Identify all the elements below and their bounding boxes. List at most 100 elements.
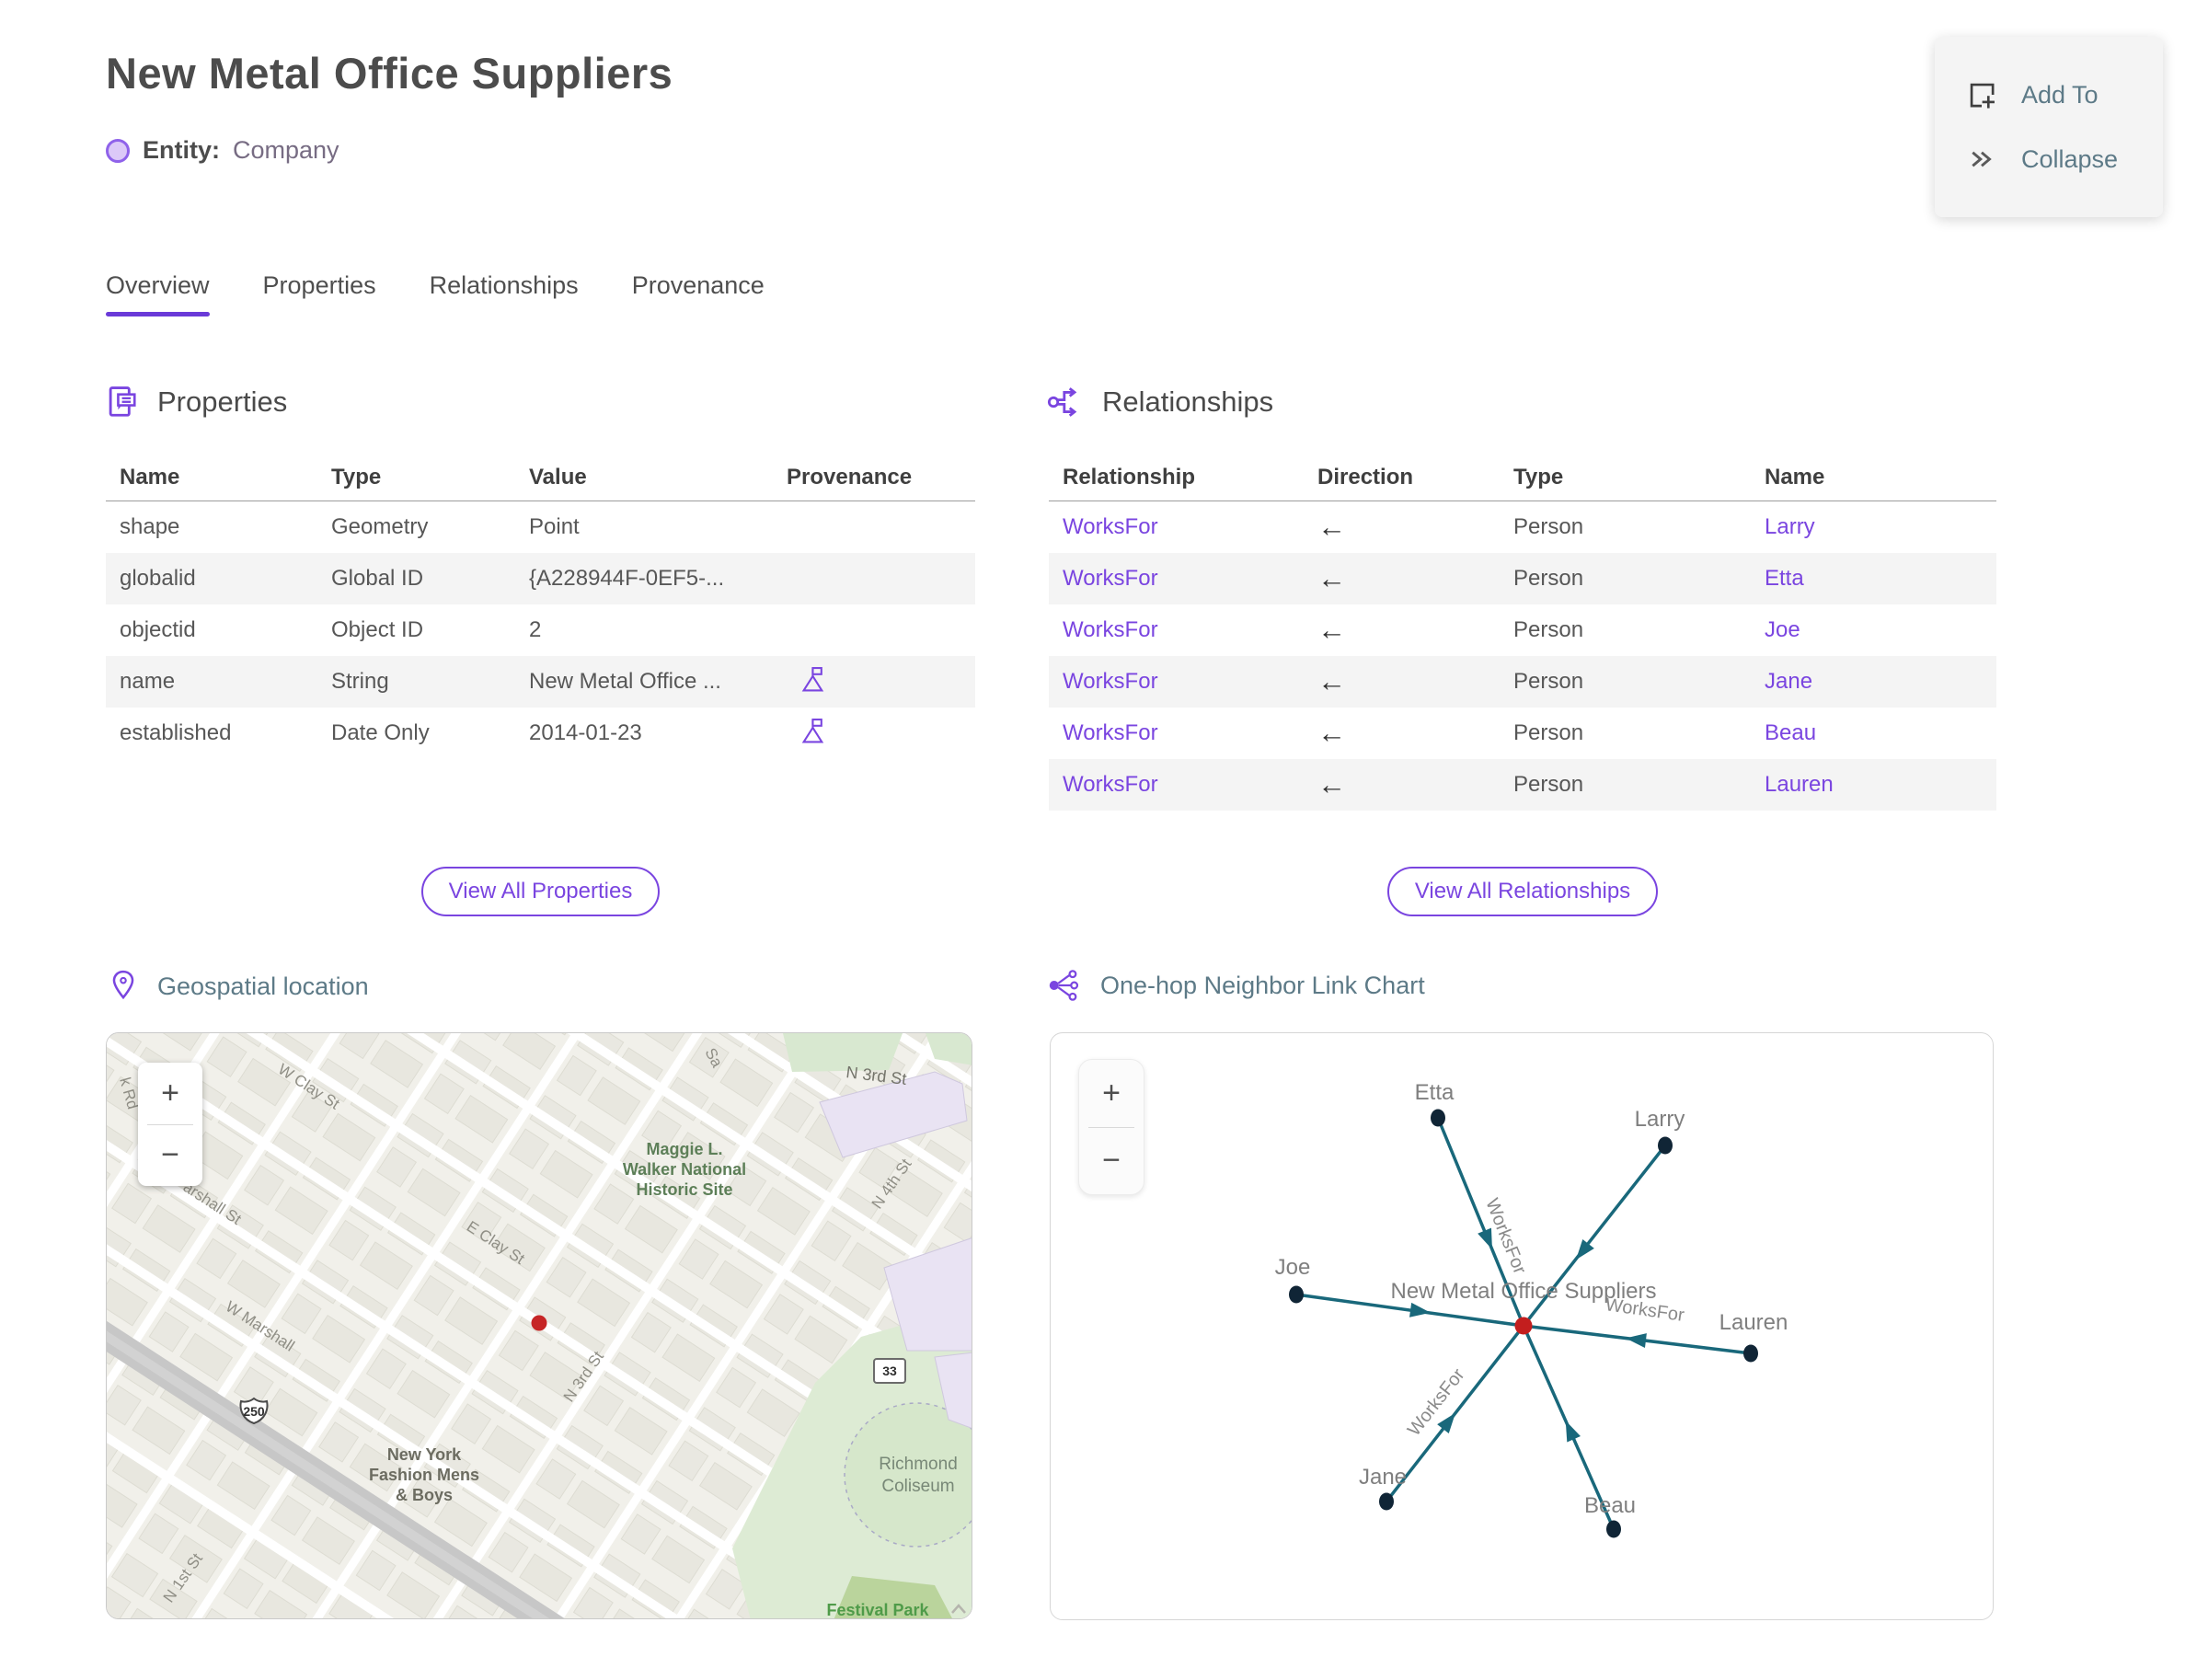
poi-label: Festival Park [826, 1601, 929, 1619]
relationships-section-title: Relationships [1102, 385, 1274, 418]
properties-table: Name Type Value Provenance shape Geometr… [106, 454, 975, 759]
collapse-button[interactable]: Collapse [1935, 127, 2163, 191]
map-zoom-in-button[interactable]: + [138, 1063, 202, 1124]
svg-text:33: 33 [882, 1364, 897, 1378]
add-to-icon [1970, 83, 1995, 109]
entity-link[interactable]: Joe [1751, 617, 1996, 643]
col-value: Value [529, 464, 587, 489]
node-label: Larry [1635, 1107, 1685, 1132]
prop-value: Point [529, 514, 580, 539]
property-row: established Date Only 2014-01-23 [106, 708, 975, 759]
direction-arrow: ← [1317, 717, 1346, 749]
direction-arrow: ← [1317, 665, 1346, 697]
link-chart-icon [1049, 970, 1079, 1001]
geospatial-title: Geospatial location [157, 972, 369, 1000]
prop-type: Global ID [331, 566, 424, 591]
col-type: Type [1513, 464, 1564, 489]
property-row: objectid Object ID 2 [106, 604, 975, 656]
node-label: Etta [1415, 1080, 1455, 1105]
entity-type-value: Company [233, 136, 339, 164]
entity-link[interactable]: Etta [1751, 566, 1996, 592]
col-direction: Direction [1317, 464, 1414, 489]
relationship-row: WorksFor ← Person Joe [1049, 604, 1996, 656]
map-zoom-control: + − [138, 1063, 202, 1186]
page-title: New Metal Office Suppliers [106, 49, 673, 98]
chart-zoom-in-button[interactable]: + [1079, 1060, 1144, 1127]
double-chevron-right-icon [1972, 151, 1992, 167]
one-hop-link-chart[interactable]: WorksFor WorksFor WorksFor Etta Larry Jo… [1050, 1032, 1994, 1620]
view-all-relationships-button[interactable]: View All Relationships [1386, 867, 1659, 916]
relationship-row: WorksFor ← Person Etta [1049, 553, 1996, 604]
svg-text:250: 250 [243, 1404, 265, 1419]
poi-label: Walker National [623, 1160, 746, 1179]
chart-zoom-out-button[interactable]: − [1079, 1128, 1144, 1195]
tab-overview[interactable]: Overview [106, 271, 210, 316]
col-name: Name [120, 464, 180, 489]
center-node[interactable] [1514, 1317, 1533, 1335]
prop-type: Object ID [331, 617, 424, 642]
rel-type: Person [1513, 566, 1584, 591]
relationship-link[interactable]: WorksFor [1049, 720, 1304, 746]
rel-type: Person [1513, 514, 1584, 539]
tab-relationships[interactable]: Relationships [430, 271, 579, 316]
tab-provenance[interactable]: Provenance [632, 271, 765, 316]
prop-name: globalid [120, 566, 196, 591]
relationships-table: Relationship Direction Type Name WorksFo… [1049, 454, 1996, 811]
poi-label: Richmond [879, 1455, 958, 1474]
entity-link[interactable]: Larry [1751, 514, 1996, 540]
entity-badge-icon [106, 138, 130, 163]
chart-zoom-control: + − [1078, 1059, 1144, 1195]
rel-type: Person [1513, 617, 1584, 642]
geospatial-header: Geospatial location [108, 969, 369, 1004]
property-row: shape Geometry Point [106, 501, 975, 553]
poi-label: & Boys [396, 1486, 453, 1504]
provenance-flag-icon[interactable] [801, 717, 826, 744]
tab-bar: Overview Properties Relationships Proven… [106, 271, 765, 316]
view-all-properties-button[interactable]: View All Properties [420, 867, 661, 916]
node-label: Lauren [1719, 1310, 1788, 1335]
edge-label: WorksFor [1404, 1364, 1469, 1440]
prop-name: established [120, 720, 232, 745]
link-chart-canvas: WorksFor WorksFor WorksFor Etta Larry Jo… [1275, 1080, 1788, 1538]
provenance-flag-icon[interactable] [801, 665, 826, 693]
poi-label: Fashion Mens [369, 1466, 479, 1484]
rel-type: Person [1513, 720, 1584, 745]
property-row: globalid Global ID {A228944F-0EF5-... [106, 553, 975, 604]
map-pin-icon [112, 970, 134, 1000]
relationship-link[interactable]: WorksFor [1049, 772, 1304, 798]
relationship-link[interactable]: WorksFor [1049, 566, 1304, 592]
relationship-link[interactable]: WorksFor [1049, 617, 1304, 643]
properties-table-header: Name Type Value Provenance [106, 454, 975, 501]
prop-type: String [331, 669, 389, 694]
geospatial-map[interactable]: k Rd W Clay St Sa arshall St W Marshall … [106, 1032, 972, 1619]
prop-name: shape [120, 514, 180, 539]
relationship-link[interactable]: WorksFor [1049, 514, 1304, 540]
prop-value: {A228944F-0EF5-... [529, 566, 725, 591]
link-chart-title: One-hop Neighbor Link Chart [1100, 971, 1425, 999]
poi-label: New York [387, 1445, 462, 1464]
entity-link[interactable]: Jane [1751, 669, 1996, 695]
entity-link[interactable]: Lauren [1751, 772, 1996, 798]
poi-label: Maggie L. [646, 1140, 722, 1158]
map-zoom-out-button[interactable]: − [138, 1125, 202, 1187]
entity-type-row: Entity: Company [106, 136, 339, 165]
entity-label: Entity: [143, 136, 220, 164]
relationship-link[interactable]: WorksFor [1049, 669, 1304, 695]
direction-arrow: ← [1317, 511, 1346, 543]
add-to-button[interactable]: Add To [1935, 63, 2163, 127]
park-area [783, 1033, 903, 1072]
col-type: Type [331, 464, 382, 489]
rel-type: Person [1513, 669, 1584, 694]
relationships-section-header: Relationships [1047, 385, 1273, 420]
direction-arrow: ← [1317, 614, 1346, 646]
collapse-label: Collapse [2021, 144, 2119, 173]
location-marker [531, 1315, 547, 1331]
prop-type: Geometry [331, 514, 429, 539]
entity-link[interactable]: Beau [1751, 720, 1996, 746]
property-row: name String New Metal Office ... [106, 656, 975, 708]
rel-type: Person [1513, 772, 1584, 797]
tab-properties[interactable]: Properties [263, 271, 376, 316]
quick-actions-panel: Add To Collapse [1935, 37, 2163, 217]
prop-type: Date Only [331, 720, 430, 745]
col-relationship: Relationship [1063, 464, 1196, 489]
